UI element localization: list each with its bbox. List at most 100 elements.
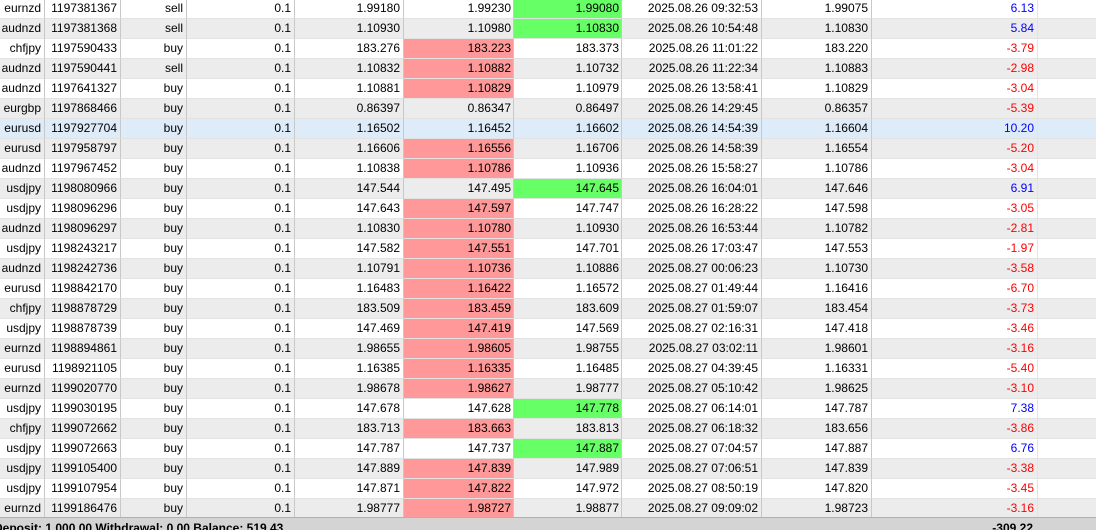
trade-row[interactable]: usdjpy 1199072663 buy 0.1 147.787 147.737 147.…: [0, 439, 1096, 459]
trade-row[interactable]: audnzd 1198242736 buy 0.1 1.10791 1.10736 1.10…: [0, 259, 1096, 279]
trade-row[interactable]: chfjpy 1197590433 buy 0.1 183.276 183.223 183.…: [0, 39, 1096, 59]
ticket-cell: 1197958797: [45, 139, 121, 159]
take-profit-cell: 1.98755: [514, 339, 622, 359]
open-price-cell: 1.10881: [295, 79, 404, 99]
open-price-cell: 147.469: [295, 319, 404, 339]
stop-loss-cell: 1.10736: [404, 259, 514, 279]
symbol-cell: chfjpy: [0, 419, 45, 439]
stop-loss-cell: 183.663: [404, 419, 514, 439]
empty-cell: [1038, 19, 1096, 39]
trade-row[interactable]: usdjpy 1198878739 buy 0.1 147.469 147.419 147.…: [0, 319, 1096, 339]
trade-row[interactable]: eurnzd 1199186476 buy 0.1 1.98777 1.98727 1.98…: [0, 499, 1096, 519]
open-price-cell: 147.643: [295, 199, 404, 219]
ticket-cell: 1198921105: [45, 359, 121, 379]
trade-row[interactable]: usdjpy 1198243217 buy 0.1 147.582 147.551 147.…: [0, 239, 1096, 259]
trade-row[interactable]: audnzd 1197381368 sell 0.1 1.10930 1.10980 1.1…: [0, 19, 1096, 39]
ticket-cell: 1199030195: [45, 399, 121, 419]
trade-row[interactable]: audnzd 1198096297 buy 0.1 1.10830 1.10780 1.10…: [0, 219, 1096, 239]
empty-cell: [1038, 239, 1096, 259]
close-time-cell: 2025.08.26 11:22:34: [622, 59, 762, 79]
take-profit-cell: 1.10979: [514, 79, 622, 99]
open-price-cell: 1.10832: [295, 59, 404, 79]
stop-loss-cell: 147.628: [404, 399, 514, 419]
trade-row[interactable]: eurnzd 1199020770 buy 0.1 1.98678 1.98627 1.98…: [0, 379, 1096, 399]
empty-cell: [1038, 499, 1096, 519]
trade-row[interactable]: eurnzd 1198894861 buy 0.1 1.98655 1.98605 1.98…: [0, 339, 1096, 359]
trade-row[interactable]: usdjpy 1199107954 buy 0.1 147.871 147.822 147.…: [0, 479, 1096, 499]
empty-cell: [1038, 39, 1096, 59]
trade-row[interactable]: audnzd 1197967452 buy 0.1 1.10838 1.10786 1.10…: [0, 159, 1096, 179]
empty-cell: [1038, 379, 1096, 399]
symbol-cell: eurgbp: [0, 99, 45, 119]
close-price-cell: 147.839: [762, 459, 872, 479]
open-price-cell: 147.582: [295, 239, 404, 259]
trade-row[interactable]: audnzd 1197590441 sell 0.1 1.10832 1.10882 1.1…: [0, 59, 1096, 79]
empty-cell: [1038, 139, 1096, 159]
ticket-cell: 1197590441: [45, 59, 121, 79]
open-price-cell: 1.16606: [295, 139, 404, 159]
open-price-cell: 1.16483: [295, 279, 404, 299]
empty-cell: [1038, 199, 1096, 219]
profit-cell: -6.70: [872, 279, 1038, 299]
type-cell: buy: [121, 439, 187, 459]
type-cell: buy: [121, 99, 187, 119]
close-time-cell: 2025.08.26 17:03:47: [622, 239, 762, 259]
type-cell: sell: [121, 0, 187, 19]
take-profit-cell: 0.86497: [514, 99, 622, 119]
close-price-cell: 147.887: [762, 439, 872, 459]
trade-row[interactable]: usdjpy 1199105400 buy 0.1 147.889 147.839 147.…: [0, 459, 1096, 479]
stop-loss-cell: 183.459: [404, 299, 514, 319]
ticket-cell: 1199072662: [45, 419, 121, 439]
trade-row[interactable]: usdjpy 1199030195 buy 0.1 147.678 147.628 147.…: [0, 399, 1096, 419]
symbol-cell: usdjpy: [0, 239, 45, 259]
profit-cell: -5.20: [872, 139, 1038, 159]
open-price-cell: 147.544: [295, 179, 404, 199]
close-price-cell: 147.820: [762, 479, 872, 499]
trade-row[interactable]: usdjpy 1198096296 buy 0.1 147.643 147.597 147.…: [0, 199, 1096, 219]
close-price-cell: 1.10786: [762, 159, 872, 179]
volume-cell: 0.1: [187, 479, 295, 499]
trade-row[interactable]: chfjpy 1198878729 buy 0.1 183.509 183.459 183.…: [0, 299, 1096, 319]
empty-cell: [1038, 79, 1096, 99]
trade-row[interactable]: eurusd 1197927704 buy 0.1 1.16502 1.16452 1.16…: [0, 119, 1096, 139]
open-price-cell: 1.16385: [295, 359, 404, 379]
close-time-cell: 2025.08.27 00:06:23: [622, 259, 762, 279]
open-price-cell: 1.10838: [295, 159, 404, 179]
take-profit-cell: 147.569: [514, 319, 622, 339]
trade-row[interactable]: eurgbp 1197868466 buy 0.1 0.86397 0.86347 0.86…: [0, 99, 1096, 119]
trade-row[interactable]: eurusd 1198921105 buy 0.1 1.16385 1.16335 1.16…: [0, 359, 1096, 379]
open-price-cell: 1.10930: [295, 19, 404, 39]
volume-cell: 0.1: [187, 0, 295, 19]
close-price-cell: 147.418: [762, 319, 872, 339]
trade-row[interactable]: eurnzd 1197381367 sell 0.1 1.99180 1.99230 1.9…: [0, 0, 1096, 19]
type-cell: buy: [121, 199, 187, 219]
trade-row[interactable]: usdjpy 1198080966 buy 0.1 147.544 147.495 147.…: [0, 179, 1096, 199]
profit-cell: 6.13: [872, 0, 1038, 19]
trade-row[interactable]: eurusd 1198842170 buy 0.1 1.16483 1.16422 1.16…: [0, 279, 1096, 299]
open-price-cell: 1.16502: [295, 119, 404, 139]
profit-cell: -5.40: [872, 359, 1038, 379]
ticket-cell: 1197381367: [45, 0, 121, 19]
volume-cell: 0.1: [187, 499, 295, 519]
profit-cell: -3.58: [872, 259, 1038, 279]
type-cell: buy: [121, 179, 187, 199]
trade-row[interactable]: eurusd 1197958797 buy 0.1 1.16606 1.16556 1.16…: [0, 139, 1096, 159]
trade-row[interactable]: chfjpy 1199072662 buy 0.1 183.713 183.663 183.…: [0, 419, 1096, 439]
type-cell: buy: [121, 219, 187, 239]
volume-cell: 0.1: [187, 139, 295, 159]
volume-cell: 0.1: [187, 79, 295, 99]
empty-cell: [1038, 479, 1096, 499]
empty-cell: [1038, 59, 1096, 79]
profit-cell: -3.45: [872, 479, 1038, 499]
take-profit-cell: 1.98777: [514, 379, 622, 399]
stop-loss-cell: 147.551: [404, 239, 514, 259]
stop-loss-cell: 1.98727: [404, 499, 514, 519]
profit-cell: -1.97: [872, 239, 1038, 259]
stop-loss-cell: 147.839: [404, 459, 514, 479]
take-profit-cell: 1.98877: [514, 499, 622, 519]
ticket-cell: 1198243217: [45, 239, 121, 259]
close-time-cell: 2025.08.26 16:53:44: [622, 219, 762, 239]
profit-cell: -3.05: [872, 199, 1038, 219]
trade-row[interactable]: audnzd 1197641327 buy 0.1 1.10881 1.10829 1.10…: [0, 79, 1096, 99]
profit-cell: -3.10: [872, 379, 1038, 399]
